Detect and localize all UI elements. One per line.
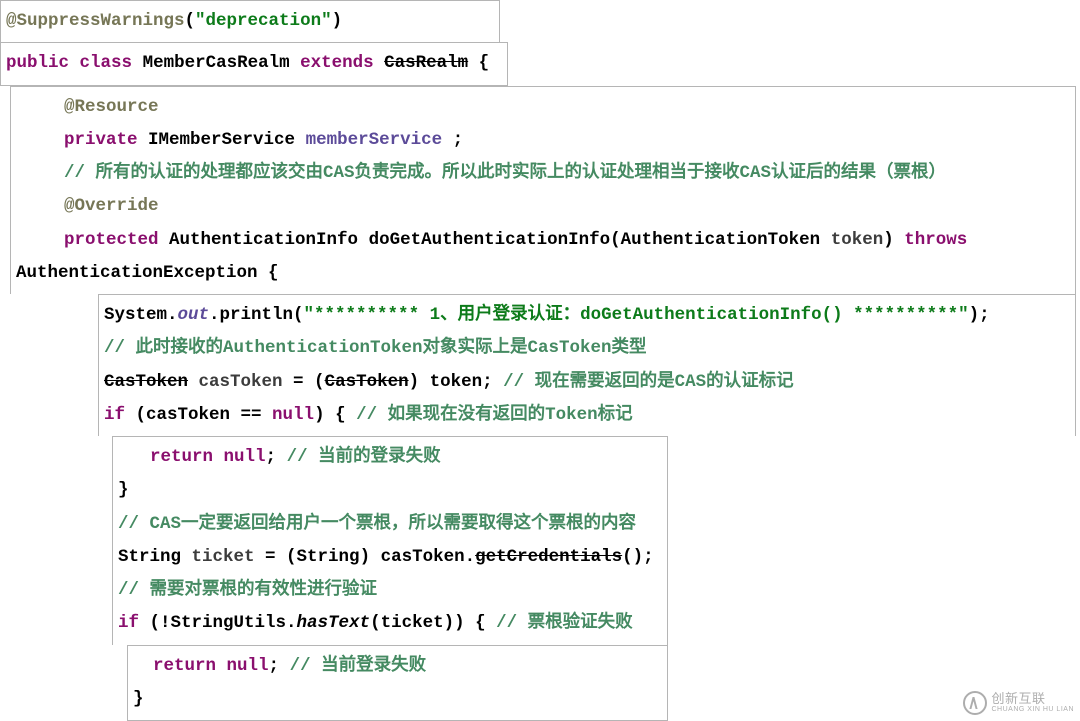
code-line-box: @SuppressWarnings("deprecation") [0,0,500,42]
code-line: } [118,474,662,507]
watermark-logo: 创新互联 CHUANG XIN HU LIAN [963,691,1074,715]
code-line: CasToken casToken = (CasToken) token; //… [104,366,1070,399]
code-line: return null; // 当前登录失败 [133,650,662,683]
code-block-box: @Resource private IMemberService memberS… [10,86,1076,295]
watermark-text: 创新互联 CHUANG XIN HU LIAN [991,692,1074,714]
code-line: // 需要对票根的有效性进行验证 [118,574,662,607]
code-line: @Override [16,190,1070,223]
code-line-1: @SuppressWarnings("deprecation") [6,11,342,31]
code-line: private IMemberService memberService ; [16,124,1070,157]
code-line: if (!StringUtils.hasText(ticket)) { // 票… [118,607,662,640]
code-line: // 此时接收的AuthenticationToken对象实际上是CasToke… [104,332,1070,365]
code-block-box: System.out.println("********** 1、用户登录认证：… [98,294,1076,436]
code-line-box: public class MemberCasRealm extends CasR… [0,42,508,85]
code-line: // CAS一定要返回给用户一个票根，所以需要取得这个票根的内容 [118,508,662,541]
code-block-box: return null; // 当前的登录失败 } // CAS一定要返回给用户… [112,436,668,645]
code-line: protected AuthenticationInfo doGetAuthen… [16,224,1070,257]
code-line: String ticket = (String) casToken.getCre… [118,541,662,574]
code-line: // 所有的认证的处理都应该交由CAS负责完成。所以此时实际上的认证处理相当于接… [16,157,1070,190]
code-line: System.out.println("********** 1、用户登录认证：… [104,299,1070,332]
code-line: } [133,683,662,716]
code-line: return null; // 当前的登录失败 [118,441,662,474]
code-line: @Resource [16,91,1070,124]
method-name: doGetAuthenticationInfo( [369,230,621,250]
code-line: if (casToken == null) { // 如果现在没有返回的Toke… [104,399,1070,432]
code-line-2: public class MemberCasRealm extends CasR… [6,53,489,73]
code-line: AuthenticationException { [16,257,1070,290]
code-block-box: return null; // 当前登录失败 } [127,645,668,721]
watermark-icon [963,691,987,715]
